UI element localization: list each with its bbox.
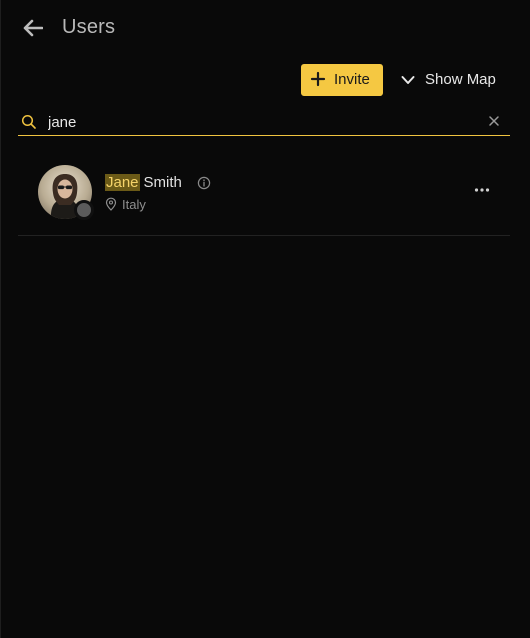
name-rest: Smith xyxy=(143,174,182,191)
invite-label: Invite xyxy=(334,71,370,88)
user-name: Jane Smith xyxy=(105,174,182,191)
header: Users xyxy=(1,0,530,56)
search-bar xyxy=(18,108,510,136)
back-button[interactable] xyxy=(21,16,45,40)
more-options-icon[interactable] xyxy=(472,180,492,200)
close-icon[interactable] xyxy=(488,115,500,127)
users-screen: Users Invite Show Map jane Jane Smith It… xyxy=(0,0,530,638)
user-location: Italy xyxy=(122,197,146,212)
arrow-left-icon xyxy=(23,19,43,37)
location-pin-icon xyxy=(105,197,117,211)
show-map-button[interactable]: Show Map xyxy=(397,64,507,96)
search-icon xyxy=(21,114,36,129)
chevron-down-icon xyxy=(401,76,415,84)
show-map-label: Show Map xyxy=(425,71,496,88)
plus-icon xyxy=(310,71,326,87)
info-icon[interactable] xyxy=(197,176,211,190)
invite-button[interactable]: Invite xyxy=(301,64,383,96)
user-list-item[interactable]: Jane Smith Italy xyxy=(18,150,510,236)
page-title: Users xyxy=(62,16,116,38)
search-input[interactable] xyxy=(48,112,468,132)
status-indicator xyxy=(74,200,94,220)
name-highlight: Jane xyxy=(105,174,140,191)
